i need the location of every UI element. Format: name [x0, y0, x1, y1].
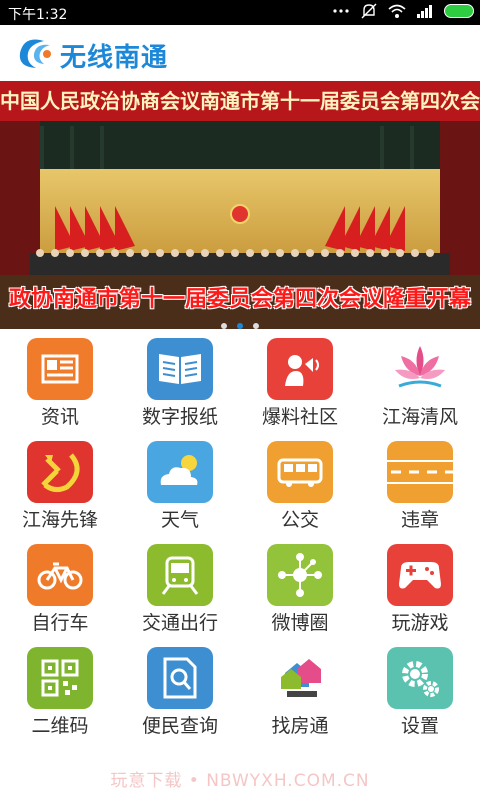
grid-item-label: 二维码	[31, 715, 89, 737]
lotus-icon	[387, 338, 453, 400]
grid-item-label: 便民查询	[141, 715, 218, 737]
network-icon	[267, 544, 333, 606]
bus-icon	[267, 441, 333, 503]
grid-item-games[interactable]: 玩游戏	[360, 540, 480, 643]
grid-item-label: 交通出行	[141, 612, 218, 634]
grid-item-label: 数字报纸	[141, 406, 218, 428]
house-icon	[267, 647, 333, 709]
status-bar: 下午1:32	[0, 0, 480, 25]
grid-item-label: 微博圈	[271, 612, 329, 634]
grid-item-label: 违章	[400, 509, 439, 531]
news-banner[interactable]: 中国人民政治协商会议南通市第十一届委员会第四次会议 政协南通市第十一届委员会第四…	[0, 81, 480, 329]
grid-item-housing[interactable]: 找房通	[240, 643, 360, 746]
grid-item-label: 资讯	[40, 406, 79, 428]
weather-icon	[147, 441, 213, 503]
road-icon	[387, 441, 453, 503]
grid-item-qrcode[interactable]: 二维码	[0, 643, 120, 746]
carousel-dot-active	[237, 323, 243, 329]
grid-item-digital-paper[interactable]: 数字报纸	[120, 334, 240, 437]
grid-item-bicycle[interactable]: 自行车	[0, 540, 120, 643]
status-icons	[332, 3, 474, 19]
dots-icon	[333, 9, 349, 13]
grid-item-label: 设置	[400, 715, 439, 737]
gamepad-icon	[387, 544, 453, 606]
grid-item-label: 江海清风	[381, 406, 458, 428]
qrcode-icon	[27, 647, 93, 709]
search-doc-icon	[147, 647, 213, 709]
grid-item-transit[interactable]: 交通出行	[120, 540, 240, 643]
grid-item-jianghai-qingfeng[interactable]: 江海清风	[360, 334, 480, 437]
carousel-indicator	[0, 314, 480, 329]
feature-grid: 资讯 数字报纸 爆料社区 江海清风 江海先锋 天气 公交 违章 自行车 交通出行…	[0, 334, 480, 746]
grid-item-label: 玩游戏	[391, 612, 449, 634]
status-time: 下午1:32	[8, 7, 68, 23]
grid-item-news[interactable]: 资讯	[0, 334, 120, 437]
app-logo-icon	[19, 39, 51, 68]
grid-item-label: 公交	[280, 509, 319, 531]
grid-item-weibo-circle[interactable]: 微博圈	[240, 540, 360, 643]
grid-item-label: 江海先锋	[21, 509, 98, 531]
signal-icon	[417, 5, 432, 18]
grid-item-public-query[interactable]: 便民查询	[120, 643, 240, 746]
wifi-icon	[388, 4, 406, 18]
grid-item-bus[interactable]: 公交	[240, 437, 360, 540]
book-icon	[147, 338, 213, 400]
battery-icon	[444, 4, 474, 18]
carousel-dot	[221, 323, 227, 329]
grid-item-label: 天气	[160, 509, 199, 531]
mute-bell-icon	[361, 3, 377, 19]
grid-item-label: 找房通	[271, 715, 329, 737]
person-speaker-icon	[267, 338, 333, 400]
carousel-dot	[253, 323, 259, 329]
bicycle-icon	[27, 544, 93, 606]
transit-icon	[147, 544, 213, 606]
grid-item-tipoff[interactable]: 爆料社区	[240, 334, 360, 437]
watermark: 玩意下载 • NBWYXH.COM.CN	[110, 771, 370, 791]
app-title: 无线南通	[60, 43, 169, 73]
grid-item-violation[interactable]: 违章	[360, 437, 480, 540]
grid-item-settings[interactable]: 设置	[360, 643, 480, 746]
grid-item-label: 爆料社区	[261, 406, 338, 428]
grid-item-weather[interactable]: 天气	[120, 437, 240, 540]
gear-icon	[387, 647, 453, 709]
banner-headline-sign: 中国人民政治协商会议南通市第十一届委员会第四次会议	[0, 89, 480, 113]
grid-item-jianghai-pioneer[interactable]: 江海先锋	[0, 437, 120, 540]
banner-caption: 政协南通市第十一届委员会第四次会议隆重开幕	[8, 287, 471, 312]
grid-item-label: 自行车	[31, 612, 89, 634]
app-header: 无线南通	[0, 25, 480, 82]
hammer-sickle-icon	[27, 441, 93, 503]
news-icon	[27, 338, 93, 400]
